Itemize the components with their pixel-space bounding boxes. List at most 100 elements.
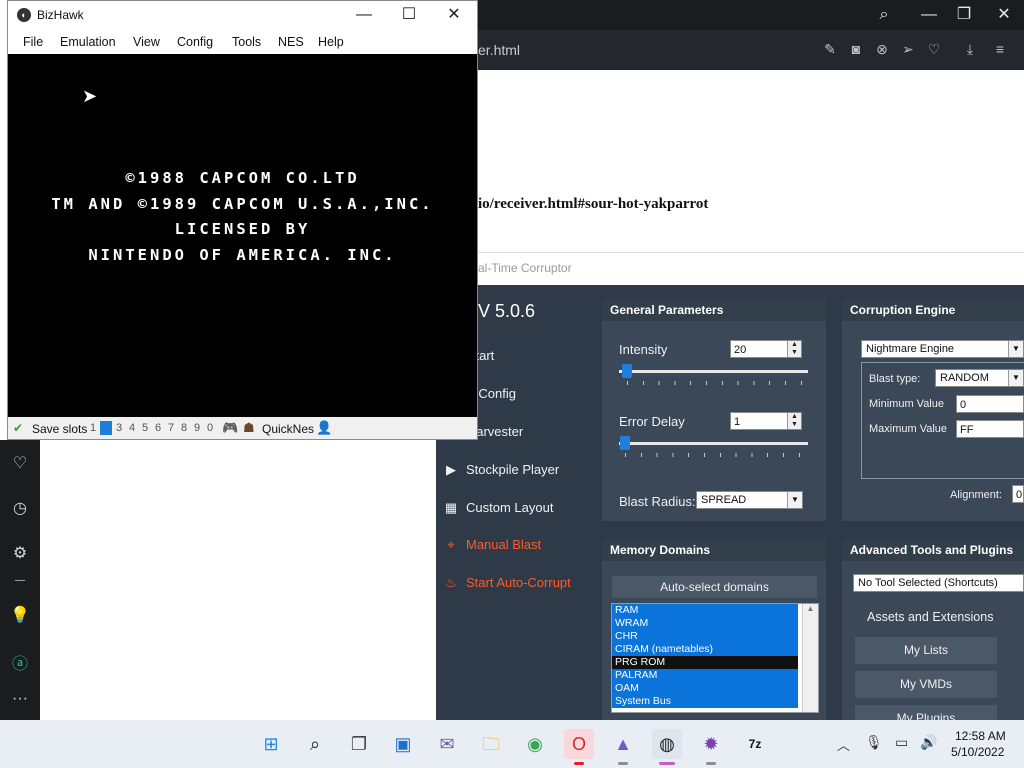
heart-icon[interactable]: ♡ (10, 453, 30, 473)
save-slot-6[interactable]: 6 (155, 422, 161, 434)
restore-icon[interactable]: ❐ (953, 5, 975, 25)
file-explorer-icon[interactable]: 🗀 (476, 729, 506, 759)
search-icon[interactable]: ⌕ (873, 5, 895, 25)
menu-emulation[interactable]: Emulation (60, 35, 116, 49)
intensity-label: Intensity (619, 342, 668, 357)
menu-view[interactable]: View (133, 35, 160, 49)
error-delay-ticks (625, 453, 805, 457)
minimum-value-label: Minimum Value (869, 398, 944, 410)
list-item[interactable]: OAM (612, 682, 798, 695)
list-item[interactable]: CIRAM (nametables) (612, 643, 798, 656)
menu-tools[interactable]: Tools (232, 35, 261, 49)
menu-stockpile-player[interactable]: ▶ Stockpile Player (443, 460, 559, 480)
more-icon[interactable]: ··· (10, 690, 30, 708)
menu-custom-layout[interactable]: ▦ Custom Layout (443, 498, 554, 518)
rtc-icon[interactable]: ◍ (652, 729, 682, 759)
network-icon[interactable]: ▭ (895, 734, 908, 751)
save-slot-1[interactable]: 1 (90, 422, 96, 434)
tool-select[interactable]: No Tool Selected (Shortcuts) (853, 574, 1024, 592)
engine-select[interactable]: Nightmare Engine ▼ (861, 340, 1024, 358)
error-delay-input[interactable]: 1 ▲ ▼ (730, 412, 802, 430)
clock-date[interactable]: 5/10/2022 (951, 745, 1004, 759)
teams-chat-icon[interactable]: ✉ (432, 729, 462, 759)
chevron-up-icon[interactable]: ︿ (837, 735, 850, 754)
volume-icon[interactable]: 🔊 (920, 734, 937, 751)
save-slot-5[interactable]: 5 (142, 422, 148, 434)
intensity-slider-track[interactable] (619, 370, 808, 373)
minimum-value-input[interactable]: 0 (956, 395, 1024, 413)
alignment-input[interactable]: 0 (1012, 485, 1024, 503)
menu-config[interactable]: Config (177, 35, 213, 49)
menu-manual-blast[interactable]: ⌖ Manual Blast (443, 535, 541, 555)
error-delay-slider-thumb[interactable] (620, 436, 630, 450)
blast-type-select[interactable]: RANDOM ▼ (935, 369, 1024, 387)
mouse-cursor-icon: ➤ (82, 86, 98, 106)
screen-line-3: LICENSED BY (174, 220, 311, 238)
heart-icon[interactable]: ♡ (925, 41, 943, 58)
list-item[interactable]: RAM (612, 604, 798, 617)
opera-icon[interactable]: O (564, 729, 594, 759)
minimize-icon[interactable]: — (341, 1, 387, 29)
app-icon[interactable]: ▲ (608, 729, 638, 759)
list-item[interactable]: PALRAM (612, 669, 798, 682)
chevron-down-icon: ▼ (1008, 370, 1023, 386)
block-icon[interactable]: ⊗ (873, 41, 891, 58)
menu-file[interactable]: File (23, 35, 43, 49)
intensity-input[interactable]: 20 ▲ ▼ (730, 340, 802, 358)
save-slot-2[interactable]: 2 (100, 421, 112, 435)
search-icon[interactable]: ⌕ (300, 729, 330, 759)
intensity-slider-thumb[interactable] (622, 364, 632, 378)
chrome-icon[interactable]: ◉ (520, 729, 550, 759)
microphone-icon[interactable]: 🎙 (865, 734, 883, 751)
close-icon[interactable]: ✕ (993, 5, 1015, 25)
game-icon[interactable]: ✹ (696, 729, 726, 759)
controller-icon: 🎮 (222, 420, 239, 435)
my-lists-button[interactable]: My Lists (855, 637, 997, 664)
my-vmds-button[interactable]: My VMDs (855, 671, 997, 698)
list-item[interactable]: WRAM (612, 617, 798, 630)
close-icon[interactable]: ✕ (431, 1, 477, 29)
menu-help[interactable]: Help (318, 35, 344, 49)
maximum-value-input[interactable]: FF (956, 420, 1024, 438)
list-item[interactable]: System Bus (612, 695, 798, 708)
running-indicator (618, 762, 628, 765)
clock-icon[interactable]: ◷ (10, 498, 30, 518)
save-slot-3[interactable]: 3 (116, 422, 122, 434)
divider: — (15, 575, 25, 586)
bizhawk-logo-icon: ◐ (17, 8, 31, 22)
7zip-icon[interactable]: 7z (740, 729, 770, 759)
edit-icon[interactable]: ✎ (821, 41, 839, 58)
auto-select-domains-button[interactable]: Auto-select domains (612, 576, 817, 598)
menu-nes[interactable]: NES (278, 35, 304, 49)
send-icon[interactable]: ➢ (899, 41, 917, 58)
clock-time[interactable]: 12:58 AM (955, 729, 1006, 743)
blast-type-label: Blast type: (869, 373, 921, 385)
list-item[interactable]: PRG ROM (612, 656, 798, 669)
lightbulb-icon[interactable]: 💡 (10, 605, 30, 625)
menu-icon[interactable]: ≡ (991, 41, 1009, 57)
save-slot-0[interactable]: 0 (207, 422, 213, 434)
widgets-icon[interactable]: ▣ (388, 729, 418, 759)
windows-start-icon[interactable]: ⊞ (256, 729, 286, 759)
download-icon[interactable]: ⤓ (961, 41, 979, 58)
blast-radius-select[interactable]: SPREAD ▼ (696, 491, 803, 509)
list-item[interactable]: CHR (612, 630, 798, 643)
gear-icon[interactable]: ⚙ (10, 543, 30, 563)
list-scrollbar[interactable]: ▲ (802, 604, 818, 712)
save-slot-9[interactable]: 9 (194, 422, 200, 434)
camera-icon[interactable]: ◙ (847, 41, 865, 57)
my-plugins-button[interactable]: My Plugins (855, 705, 997, 720)
general-parameters-panel: General Parameters (602, 299, 826, 521)
minimize-icon[interactable]: — (918, 5, 940, 25)
address-url[interactable]: er.html (478, 42, 520, 58)
domain-list[interactable]: RAM WRAM CHR CIRAM (nametables) PRG ROM … (611, 603, 819, 713)
save-slot-7[interactable]: 7 (168, 422, 174, 434)
chevron-down-icon: ▼ (787, 492, 802, 508)
aria-icon[interactable]: ⓐ (10, 650, 30, 674)
task-view-icon[interactable]: ❐ (344, 729, 374, 759)
menu-start-auto-corrupt[interactable]: ♨ Start Auto-Corrupt (443, 573, 571, 593)
maximize-icon[interactable]: ☐ (386, 1, 432, 29)
save-slot-8[interactable]: 8 (181, 422, 187, 434)
save-slot-4[interactable]: 4 (129, 422, 135, 434)
error-delay-slider-track[interactable] (619, 442, 808, 445)
